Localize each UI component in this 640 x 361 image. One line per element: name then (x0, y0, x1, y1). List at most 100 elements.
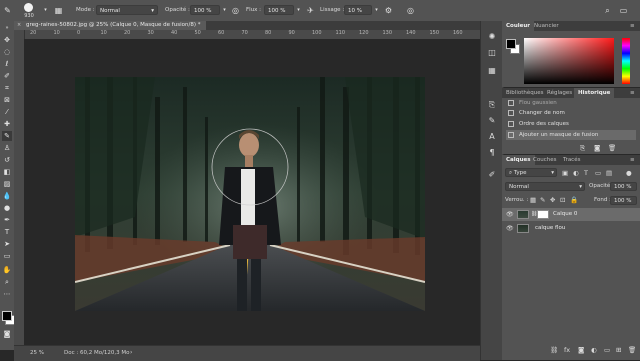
document-tab[interactable]: × greg-raines-50802.jpg @ 25% (Calque 0,… (14, 21, 207, 30)
tab-nuancier[interactable]: Nuancier (530, 21, 563, 31)
panel-menu-icon[interactable]: ≡ (626, 21, 639, 31)
trash-icon[interactable]: 🗑 (628, 346, 636, 354)
move-tool-icon[interactable]: ✥ (2, 35, 12, 45)
lasso-tool-icon[interactable]: ℓ (2, 59, 12, 69)
color-field[interactable] (524, 38, 614, 84)
frame-tool-icon[interactable]: ⊠ (2, 95, 12, 105)
rectangle-tool-icon[interactable]: ▭ (2, 251, 12, 261)
filter-toggle-icon[interactable]: ● (626, 169, 632, 177)
close-icon[interactable]: × (17, 21, 21, 30)
adjust-icon[interactable]: ◫ (486, 47, 498, 59)
layer-row[interactable]: 👁 calque flou (502, 222, 640, 235)
history-item[interactable]: Flou gaussien (506, 98, 636, 108)
layer-mask-thumbnail[interactable] (537, 210, 549, 219)
layer-name[interactable]: Calque 0 (553, 211, 577, 217)
brush-tool-icon[interactable]: ✎ (2, 131, 12, 141)
zoom-level[interactable]: 25 % (30, 350, 44, 356)
history-icon[interactable]: ⎘ (486, 99, 498, 111)
panel-menu-icon[interactable]: ≡ (626, 155, 639, 165)
workspace-icon[interactable]: ▭ (618, 5, 629, 16)
camera-icon[interactable]: ◙ (594, 144, 600, 152)
chevron-down-icon[interactable]: ▾ (40, 5, 51, 16)
lock-position-icon[interactable]: ✥ (550, 196, 555, 204)
hue-slider[interactable] (622, 38, 630, 84)
airbrush-icon[interactable]: ✈ (305, 5, 316, 16)
opacity-input[interactable]: 100 % (190, 5, 220, 15)
more-tools-icon[interactable]: ⋯ (2, 289, 12, 299)
pressure-size-icon[interactable]: ◎ (405, 5, 416, 16)
document-image[interactable] (75, 77, 425, 311)
character-icon[interactable]: A (486, 131, 498, 143)
gradient-tool-icon[interactable]: ▨ (2, 179, 12, 189)
type-tool-icon[interactable]: T (2, 227, 12, 237)
document-info[interactable]: Doc : 60,2 Mo/120,3 Mo (64, 350, 130, 356)
eyedropper-tool-icon[interactable]: ⁄ (2, 107, 12, 117)
collapse-arrows-icon[interactable]: » (2, 23, 12, 33)
flow-input[interactable]: 100 % (264, 5, 294, 15)
chevron-down-icon[interactable]: ▾ (219, 5, 230, 16)
swatch-icon[interactable]: ▦ (486, 65, 498, 77)
chevron-down-icon[interactable]: ▾ (293, 5, 304, 16)
add-mask-icon[interactable]: ◙ (578, 346, 584, 354)
quick-select-tool-icon[interactable]: ✐ (2, 71, 12, 81)
chevron-right-icon[interactable]: › (130, 349, 132, 356)
eye-icon[interactable]: 👁 (506, 225, 514, 232)
tool-presets-icon[interactable]: ✐ (486, 169, 498, 181)
snapshot-doc-icon[interactable]: ⎘ (580, 144, 585, 153)
color-wheel-icon[interactable]: ✺ (486, 31, 498, 43)
new-group-icon[interactable]: ▭ (604, 346, 610, 354)
dodge-tool-icon[interactable]: ● (2, 203, 12, 213)
blend-mode-select[interactable]: Normal ▾ (505, 182, 585, 191)
healing-tool-icon[interactable]: ✚ (2, 119, 12, 129)
new-layer-icon[interactable]: ⊞ (616, 346, 621, 354)
filter-type-icon[interactable]: T (584, 169, 588, 177)
layer-name[interactable]: calque flou (535, 225, 565, 231)
smoothing-input[interactable]: 10 % (344, 5, 372, 15)
filter-adjust-icon[interactable]: ◐ (573, 169, 579, 177)
fill-input[interactable]: 100 % (610, 196, 637, 205)
history-item[interactable]: Ordre des calques (506, 119, 636, 129)
foreground-color-swatch[interactable] (2, 311, 12, 321)
layer-style-icon[interactable]: fx (564, 346, 570, 354)
gear-icon[interactable]: ⚙ (383, 5, 394, 16)
zoom-tool-icon[interactable]: ⌕ (2, 277, 12, 287)
adjustment-layer-icon[interactable]: ◐ (591, 346, 597, 354)
tab-traces[interactable]: Tracés (559, 155, 584, 165)
history-brush-tool-icon[interactable]: ↺ (2, 155, 12, 165)
pen-tool-icon[interactable]: ✒ (2, 215, 12, 225)
eye-icon[interactable]: 👁 (506, 211, 514, 218)
filter-pixel-icon[interactable]: ▣ (562, 169, 568, 177)
history-item-current[interactable]: Ajouter un masque de fusion (506, 130, 636, 140)
brush-panel-icon[interactable]: ✎ (486, 115, 498, 127)
search-icon[interactable]: ⌕ (602, 5, 613, 16)
history-item[interactable]: Changer de nom (506, 108, 636, 118)
filter-smart-icon[interactable]: ▤ (606, 169, 612, 177)
layer-row-active[interactable]: 👁 ⛓ Calque 0 (502, 208, 640, 221)
lock-transparency-icon[interactable]: ▦ (530, 196, 536, 204)
crop-tool-icon[interactable]: ⌗ (2, 83, 12, 93)
trash-icon[interactable]: 🗑 (608, 144, 616, 152)
tab-couches[interactable]: Couches (529, 155, 560, 165)
panel-menu-icon[interactable]: ≡ (626, 88, 639, 98)
hand-tool-icon[interactable]: ✋ (2, 265, 12, 275)
tab-reglages[interactable]: Réglages (543, 88, 576, 98)
lock-artboard-icon[interactable]: ⊡ (560, 196, 565, 204)
lock-pixels-icon[interactable]: ✎ (540, 196, 545, 204)
layer-filter-select[interactable]: ⌕ Type ▾ (505, 168, 557, 177)
lock-all-icon[interactable]: 🔒 (570, 196, 578, 204)
blur-tool-icon[interactable]: 💧 (2, 191, 12, 201)
layer-opacity-input[interactable]: 100 % (610, 182, 637, 191)
marquee-tool-icon[interactable]: ◌ (2, 47, 12, 57)
brush-settings-icon[interactable]: ▦ (53, 5, 64, 16)
path-selection-tool-icon[interactable]: ➤ (2, 239, 12, 249)
eraser-tool-icon[interactable]: ◧ (2, 167, 12, 177)
link-layers-icon[interactable]: ⛓ (550, 346, 558, 354)
clone-stamp-tool-icon[interactable]: ♙ (2, 143, 12, 153)
foreground-color-swatch[interactable] (506, 39, 516, 49)
paragraph-icon[interactable]: ¶ (486, 147, 498, 159)
filter-shape-icon[interactable]: ▭ (595, 169, 601, 177)
chevron-down-icon[interactable]: ▾ (371, 5, 382, 16)
tab-bibliotheques[interactable]: Bibliothèques (502, 88, 547, 98)
brush-tool-icon[interactable]: ✎ (2, 5, 13, 16)
tab-historique[interactable]: Historique (574, 88, 615, 98)
